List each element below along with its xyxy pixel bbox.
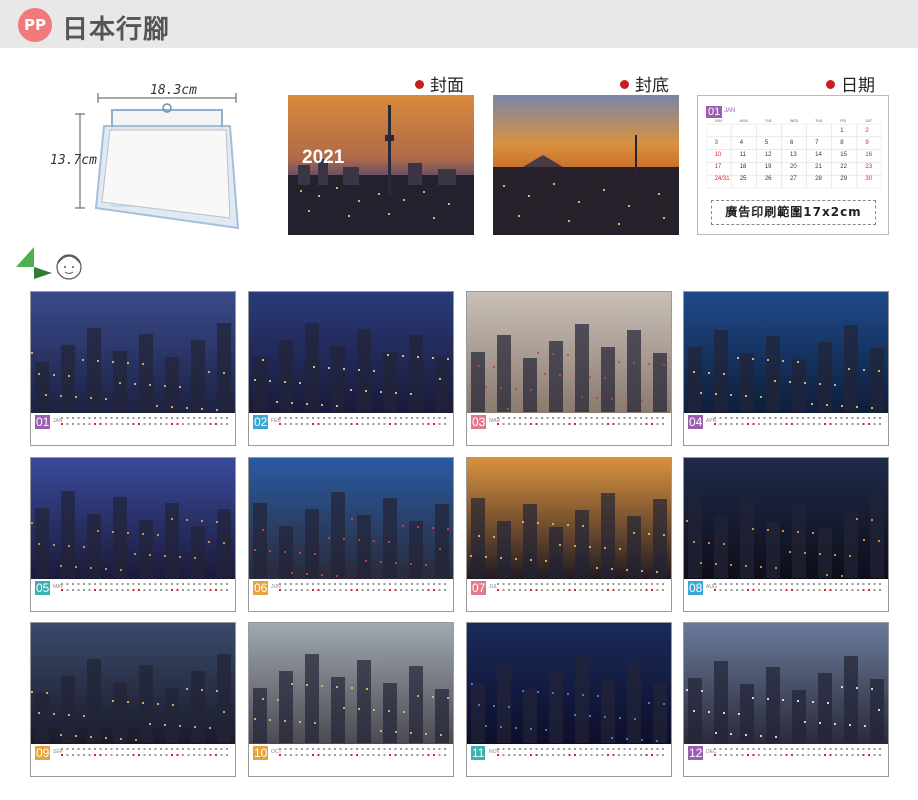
month-number: 09 xyxy=(35,746,51,760)
day-ticks xyxy=(61,417,228,425)
green-triangle-icon xyxy=(16,247,34,267)
day-ticks xyxy=(714,583,881,591)
day-ticks xyxy=(279,417,446,425)
day-ticks xyxy=(714,748,881,756)
month-photo xyxy=(467,623,671,744)
day-ticks xyxy=(61,583,228,591)
month-date-strip: 05 MAY xyxy=(31,579,235,611)
month-card: 02 FEB xyxy=(248,291,454,446)
month-number: 01 xyxy=(35,415,51,429)
month-card: 07 JUL xyxy=(466,457,672,612)
month-number: 02 xyxy=(253,415,269,429)
day-ticks xyxy=(714,417,881,425)
month-card: 09 SEP xyxy=(30,622,236,777)
date-sample: 01 JAN SUN MON TUE WED THU FRI SAT 1 2 3 4 5 6 7 8 9 10 1… xyxy=(697,95,889,235)
date-sample-month-num: 01 xyxy=(706,106,723,118)
month-number: 06 xyxy=(253,581,269,595)
month-number: 05 xyxy=(35,581,51,595)
ad-print-area: 廣告印刷範圍17x2cm xyxy=(711,200,876,225)
brand-badge: PP xyxy=(18,8,52,42)
header-bar: PP 日本行腳 xyxy=(0,0,918,48)
month-photo xyxy=(31,292,235,413)
day-ticks xyxy=(497,583,664,591)
back-cover-photo xyxy=(493,95,679,235)
month-date-strip: 03 MAR xyxy=(467,413,671,445)
month-photo xyxy=(249,458,453,579)
month-date-strip: 11 NOV xyxy=(467,744,671,776)
day-ticks xyxy=(279,583,446,591)
day-ticks xyxy=(279,748,446,756)
date-grid-lines xyxy=(706,123,882,189)
month-card: 12 DEC xyxy=(683,622,889,777)
month-date-strip: 12 DEC xyxy=(684,744,888,776)
date-label: 日期 xyxy=(826,71,875,96)
width-dimension: 18.3cm xyxy=(150,83,197,98)
month-card: 05 MAY xyxy=(30,457,236,612)
month-number: 04 xyxy=(688,415,704,429)
month-number: 10 xyxy=(253,746,269,760)
cover-year: 2021 xyxy=(302,147,345,168)
month-date-strip: 08 AUG xyxy=(684,579,888,611)
bullet-dot-icon xyxy=(415,79,424,89)
page-title: 日本行腳 xyxy=(62,15,171,45)
month-photo xyxy=(467,292,671,413)
month-card: 08 AUG xyxy=(683,457,889,612)
date-sample-month-abbr: JAN xyxy=(724,108,736,114)
month-number: 03 xyxy=(471,415,487,429)
month-date-strip: 06 JUN xyxy=(249,579,453,611)
back-cover-label: 封底 xyxy=(620,71,669,96)
month-date-strip: 10 OCT xyxy=(249,744,453,776)
month-date-strip: 09 SEP xyxy=(31,744,235,776)
calendar-stand-illustration: 18.3cm 13.7cm xyxy=(50,78,250,238)
month-card: 04 APR xyxy=(683,291,889,446)
month-photo xyxy=(249,292,453,413)
month-date-strip: 02 FEB xyxy=(249,413,453,445)
month-photo xyxy=(684,458,888,579)
day-ticks xyxy=(497,748,664,756)
month-photo xyxy=(31,623,235,744)
month-photo xyxy=(684,623,888,744)
mascot-illustration xyxy=(12,245,87,285)
date-sample-grid: SUN MON TUE WED THU FRI SAT 1 2 3 4 5 6 7 8 9 10 11 12 13 14… xyxy=(706,119,882,191)
month-date-strip: 01 JAN xyxy=(31,413,235,445)
day-ticks xyxy=(497,417,664,425)
month-date-strip: 07 JUL xyxy=(467,579,671,611)
month-number: 11 xyxy=(471,746,486,760)
height-dimension: 13.7cm xyxy=(50,153,97,168)
bullet-dot-icon xyxy=(620,79,629,89)
day-ticks xyxy=(61,748,228,756)
bullet-dot-icon xyxy=(826,79,835,89)
cover-photo: 2021 xyxy=(288,95,474,235)
month-photo xyxy=(467,458,671,579)
month-number: 08 xyxy=(688,581,704,595)
month-photo xyxy=(31,458,235,579)
month-card: 06 JUN xyxy=(248,457,454,612)
month-card: 01 JAN xyxy=(30,291,236,446)
cover-label: 封面 xyxy=(415,71,464,96)
month-number: 12 xyxy=(688,746,704,760)
month-card: 11 NOV xyxy=(466,622,672,777)
month-card: 03 MAR xyxy=(466,291,672,446)
month-photo xyxy=(684,292,888,413)
month-photo xyxy=(249,623,453,744)
month-date-strip: 04 APR xyxy=(684,413,888,445)
month-card: 10 OCT xyxy=(248,622,454,777)
month-number: 07 xyxy=(471,581,487,595)
